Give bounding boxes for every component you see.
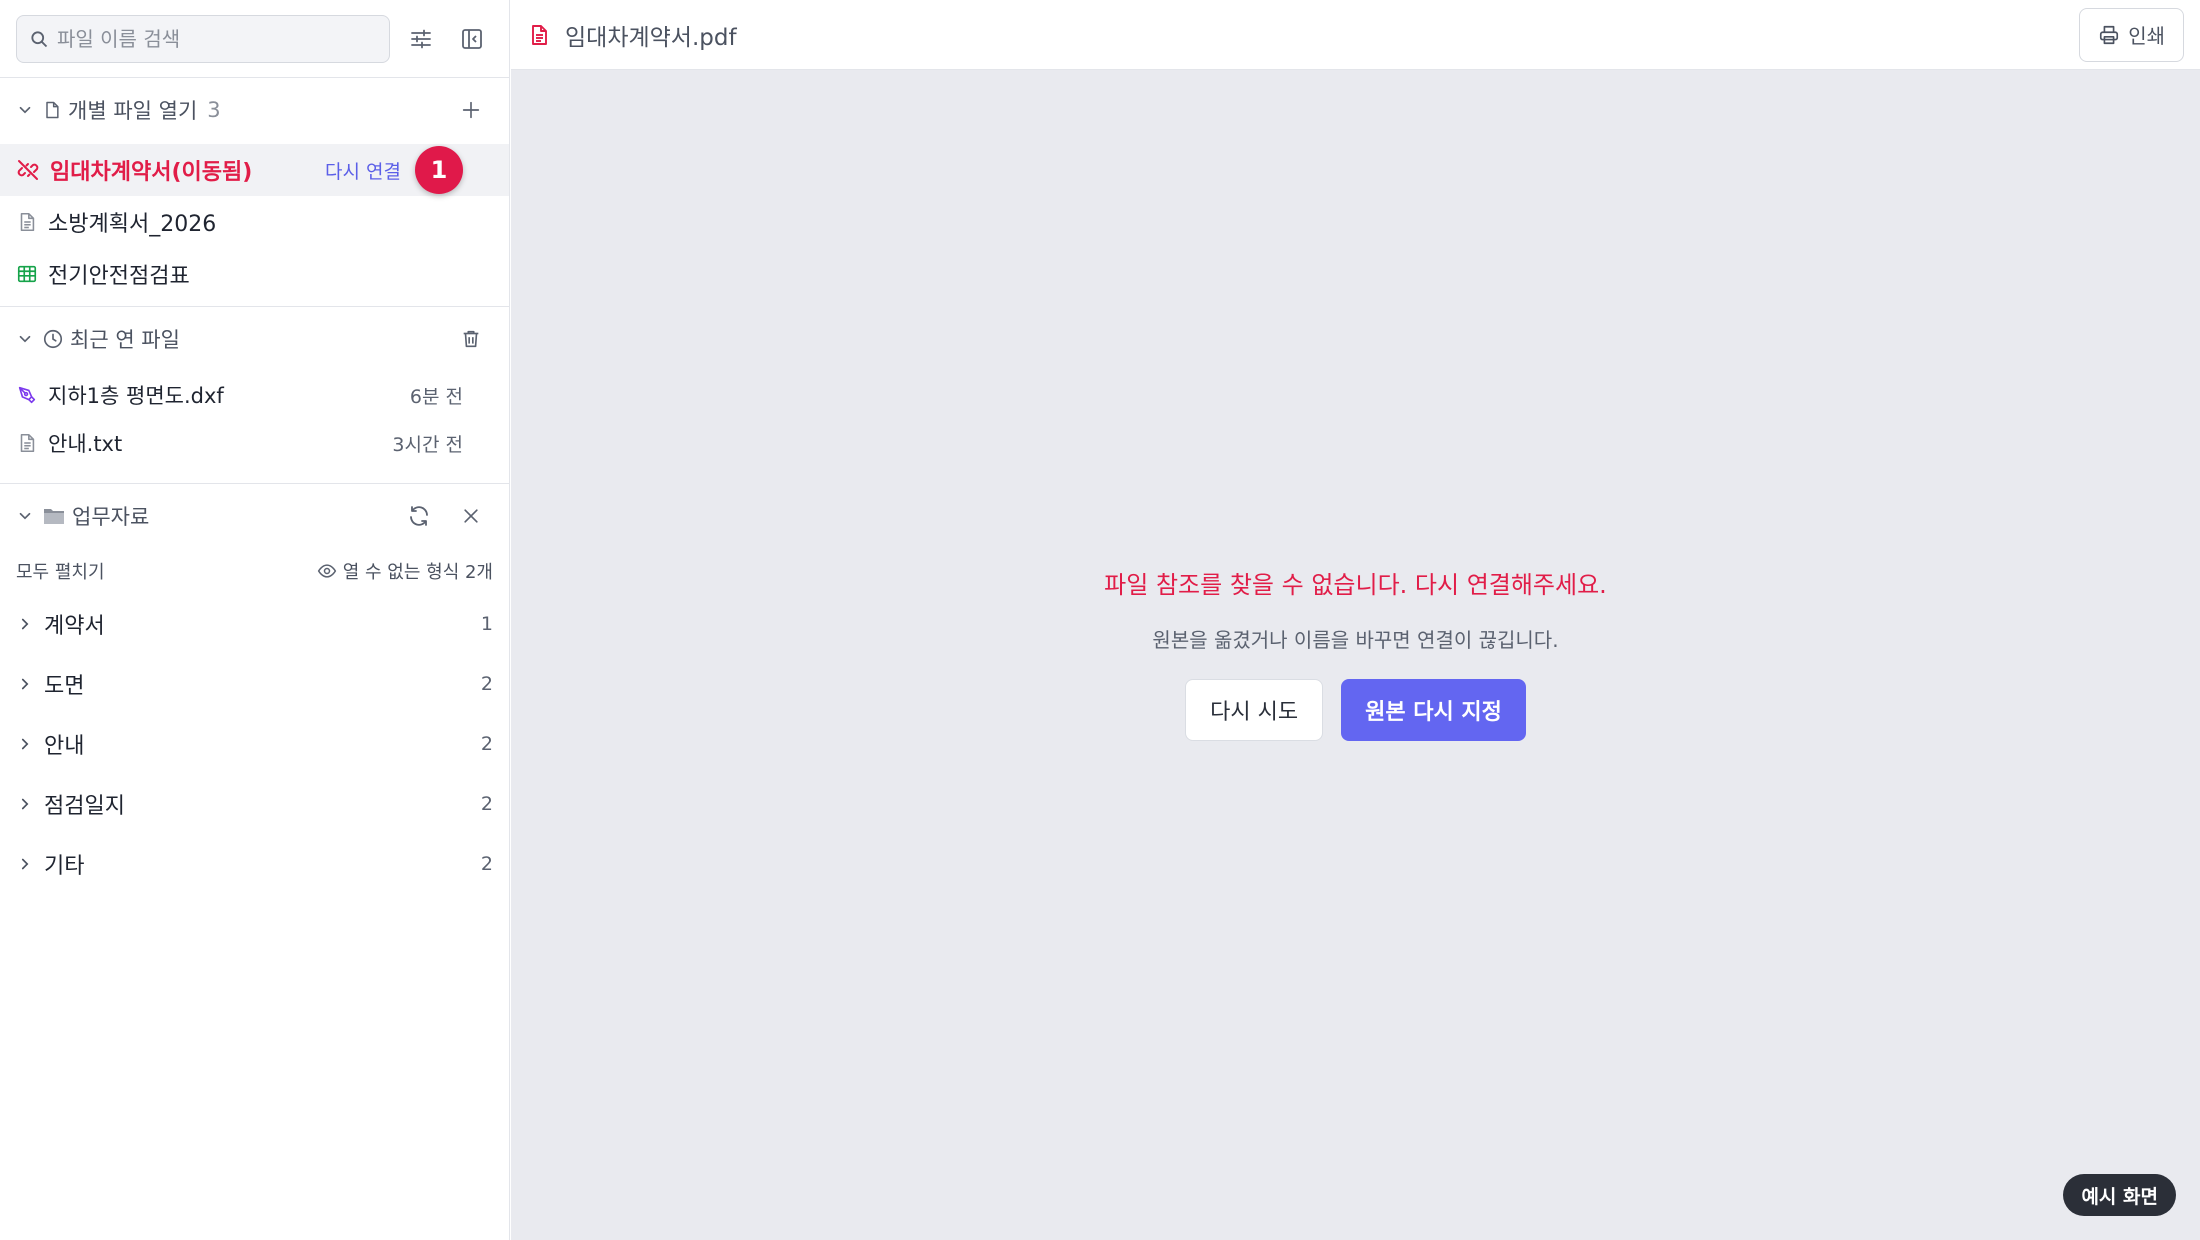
- relink-button[interactable]: 다시 연결: [325, 157, 401, 184]
- chevron-down-icon[interactable]: [16, 330, 34, 348]
- pen-tool-icon: [16, 384, 38, 406]
- folder-item-count: 2: [480, 793, 493, 815]
- recent-title-group: 최근 연 파일: [42, 324, 180, 354]
- error-hint: 원본을 옮겼거나 이름을 바꾸면 연결이 끊깁니다.: [1152, 628, 1559, 652]
- recent-files-header[interactable]: 최근 연 파일: [0, 307, 509, 371]
- search-icon: [29, 29, 49, 49]
- folder-item-count: 2: [480, 853, 493, 875]
- document-viewer: 임대차계약서.pdf 인쇄 파일 참조를 찾을 수 없습니다. 다시 연결해주세…: [511, 0, 2200, 1240]
- recent-title: 최근 연 파일: [70, 328, 180, 352]
- open-file-item-broken[interactable]: 임대차계약서(이동됨) 다시 연결 1: [0, 144, 509, 196]
- add-file-button[interactable]: [449, 88, 493, 132]
- open-file-item[interactable]: 전기안전점검표: [0, 248, 509, 300]
- folder-title: 업무자료: [72, 505, 150, 529]
- folder-item[interactable]: 계약서 1: [0, 594, 509, 654]
- plus-icon: [460, 99, 482, 121]
- printer-icon: [2098, 24, 2120, 46]
- document-icon: [16, 432, 38, 454]
- chevron-right-icon[interactable]: [16, 675, 34, 693]
- folder-icon: [42, 505, 66, 527]
- file-name: 전기안전점검표: [48, 264, 190, 289]
- file-name: 소방계획서_2026: [48, 212, 217, 237]
- file-icon: [42, 100, 62, 120]
- chevron-right-icon[interactable]: [16, 795, 34, 813]
- open-files-title-group: 개별 파일 열기 3: [42, 95, 221, 125]
- refresh-icon: [407, 504, 431, 528]
- sidebar-toolbar: [0, 0, 509, 78]
- expand-all-button[interactable]: 모두 펼치기: [16, 558, 105, 584]
- error-message: 파일 참조를 찾을 수 없습니다. 다시 연결해주세요.: [1104, 571, 1607, 599]
- step-badge: 1: [415, 146, 463, 194]
- chevron-right-icon[interactable]: [16, 855, 34, 873]
- search-input[interactable]: [57, 26, 377, 51]
- folder-item-count: 1: [480, 613, 493, 635]
- folder-tools: 모두 펼치기 열 수 없는 형식 2개: [0, 548, 509, 594]
- refresh-folder-button[interactable]: [397, 494, 441, 538]
- document-icon: [16, 211, 38, 233]
- open-files-count: 3: [207, 98, 221, 122]
- recent-file-item[interactable]: 안내.txt 3시간 전: [0, 419, 509, 467]
- opened-time: 6분 전: [409, 385, 463, 408]
- folder-item-name: 점검일지: [44, 794, 125, 819]
- folder-item[interactable]: 점검일지 2: [0, 774, 509, 834]
- viewer-topbar: 임대차계약서.pdf 인쇄: [511, 0, 2200, 70]
- folder-item-name: 도면: [44, 674, 85, 699]
- folder-item[interactable]: 안내 2: [0, 714, 509, 774]
- spreadsheet-icon: [16, 263, 38, 285]
- folder-item-count: 2: [480, 733, 493, 755]
- chevron-down-icon[interactable]: [16, 101, 34, 119]
- pdf-file-icon: [527, 22, 551, 48]
- panel-left-icon: [460, 27, 484, 51]
- folder-item-name: 기타: [44, 854, 85, 879]
- error-actions: 다시 시도 원본 다시 지정: [1185, 679, 1526, 741]
- chevron-right-icon[interactable]: [16, 735, 34, 753]
- folder-item[interactable]: 기타 2: [0, 834, 509, 894]
- eye-icon: [317, 561, 337, 581]
- open-files-header[interactable]: 개별 파일 열기 3: [0, 78, 509, 142]
- folder-item-name: 계약서: [44, 614, 105, 639]
- relocate-original-button[interactable]: 원본 다시 지정: [1341, 679, 1526, 741]
- sidebar: 개별 파일 열기 3 임대차계약서(이동됨) 다시 연결 1 소방계획서_202…: [0, 0, 510, 1240]
- print-button[interactable]: 인쇄: [2079, 7, 2184, 62]
- link-off-icon: [16, 158, 40, 182]
- folder-item-count: 2: [480, 673, 493, 695]
- close-folder-button[interactable]: [449, 494, 493, 538]
- hidden-formats-label: 열 수 없는 형식 2개: [342, 562, 493, 583]
- sliders-icon: [409, 27, 433, 51]
- chevron-right-icon[interactable]: [16, 615, 34, 633]
- recent-file-item[interactable]: 지하1층 평면도.dxf 6분 전: [0, 371, 509, 419]
- open-file-item[interactable]: 소방계획서_2026: [0, 196, 509, 248]
- file-name: 임대차계약서(이동됨): [50, 160, 253, 185]
- folder-item-name: 안내: [44, 734, 85, 759]
- trash-icon: [460, 328, 482, 350]
- clock-icon: [42, 328, 64, 350]
- broken-link-panel: 파일 참조를 찾을 수 없습니다. 다시 연결해주세요. 원본을 옮겼거나 이름…: [511, 565, 2200, 741]
- document-title: 임대차계약서.pdf: [565, 24, 737, 51]
- clear-recent-button[interactable]: [449, 317, 493, 361]
- opened-time: 3시간 전: [392, 433, 463, 456]
- file-name: 안내.txt: [48, 432, 123, 456]
- close-icon: [461, 506, 481, 526]
- hidden-formats-toggle[interactable]: 열 수 없는 형식 2개: [317, 558, 493, 584]
- file-name: 지하1층 평면도.dxf: [48, 384, 224, 408]
- collapse-sidebar-button[interactable]: [452, 17, 494, 61]
- retry-button[interactable]: 다시 시도: [1185, 679, 1324, 741]
- folder-title-group: 업무자료: [42, 501, 149, 531]
- filter-button[interactable]: [400, 17, 442, 61]
- folder-item[interactable]: 도면 2: [0, 654, 509, 714]
- demo-screen-tag: 예시 화면: [2063, 1174, 2176, 1216]
- open-files-title: 개별 파일 열기: [68, 99, 198, 123]
- chevron-down-icon[interactable]: [16, 507, 34, 525]
- print-label: 인쇄: [2128, 26, 2165, 48]
- search-box[interactable]: [16, 14, 390, 63]
- folder-header[interactable]: 업무자료: [0, 484, 509, 548]
